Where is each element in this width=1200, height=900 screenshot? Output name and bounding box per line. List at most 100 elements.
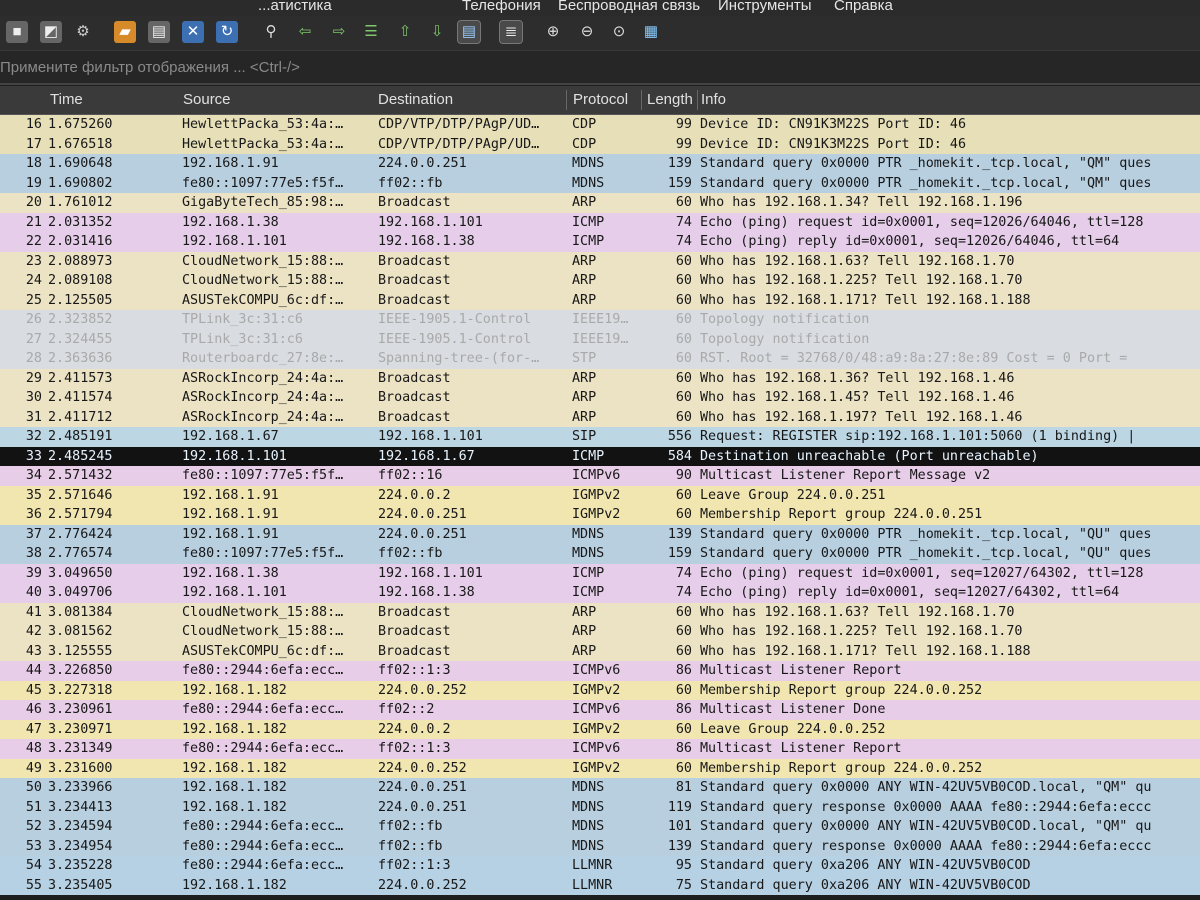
normal-size-icon[interactable]: ⊙ <box>608 21 630 43</box>
table-row[interactable]: 26 2.323852 TPLink_3c:31:c6 IEEE-1905.1-Con… <box>0 310 1200 330</box>
table-row[interactable]: 54 3.235228 fe80::2944:6efa:ecc… ff02::1:3 L… <box>0 856 1200 876</box>
column-header-protocol[interactable]: Protocol <box>573 91 628 108</box>
column-separator[interactable] <box>697 90 698 110</box>
column-header-length[interactable]: Length <box>647 91 693 108</box>
table-row[interactable]: 23 2.088973 CloudNetwork_15:88:… Broadcast A… <box>0 251 1200 271</box>
packet-info: Multicast Listener Report <box>700 663 902 678</box>
packet-destination: ff02::fb <box>378 175 443 191</box>
packet-info: Who has 192.168.1.45? Tell 192.168.1.46 <box>700 390 1015 405</box>
menu-statistics[interactable]: ...атистика <box>258 0 332 14</box>
display-filter-input[interactable] <box>0 55 1190 79</box>
reload-file-icon[interactable]: ↻ <box>216 21 238 43</box>
packet-source: 192.168.1.101 <box>182 448 287 464</box>
packet-number: 54 <box>25 858 42 873</box>
table-row[interactable]: 49 3.231600 192.168.1.182 224.0.0.252 IGMPv2… <box>0 758 1200 778</box>
column-header-destination[interactable]: Destination <box>378 91 453 108</box>
autoscroll-icon[interactable]: ▤ <box>457 20 481 44</box>
column-header-info[interactable]: Info <box>701 91 726 108</box>
packet-length: 99 <box>675 136 692 152</box>
table-row[interactable]: 52 3.234594 fe80::2944:6efa:ecc… ff02::fb MD… <box>0 817 1200 837</box>
table-row[interactable]: 41 3.081384 CloudNetwork_15:88:… Broadcast A… <box>0 602 1200 622</box>
table-row[interactable]: 40 3.049706 192.168.1.101 192.168.1.38 ICMP 7… <box>0 583 1200 603</box>
packet-number: 51 <box>25 799 42 815</box>
column-header-source[interactable]: Source <box>183 91 231 108</box>
table-row[interactable]: 21 2.031352 192.168.1.38 192.168.1.101 ICMP 7… <box>0 212 1200 232</box>
packet-protocol: LLMNR <box>572 877 613 893</box>
table-row[interactable]: 46 3.230961 fe80::2944:6efa:ecc… ff02::2 ICM… <box>0 700 1200 720</box>
table-row[interactable]: 55 3.235405 192.168.1.182 224.0.0.252 LLMNR 7… <box>0 875 1200 895</box>
table-row[interactable]: 47 3.230971 192.168.1.182 224.0.0.2 IGMPv2 60… <box>0 719 1200 739</box>
go-forward-icon[interactable]: ⇨ <box>328 21 350 43</box>
table-row[interactable]: 53 3.234954 fe80::2944:6efa:ecc… ff02::fb MD… <box>0 836 1200 856</box>
resize-columns-icon[interactable]: ▦ <box>640 21 662 43</box>
first-packet-icon[interactable]: ⇧ <box>394 21 416 43</box>
packet-number: 39 <box>25 565 42 581</box>
open-file-icon[interactable]: ▰ <box>114 21 136 43</box>
find-packet-icon[interactable]: ⚲ <box>260 21 282 43</box>
table-row[interactable]: 45 3.227318 192.168.1.182 224.0.0.252 IGMPv2… <box>0 680 1200 700</box>
zoom-in-icon[interactable]: ⊕ <box>542 21 564 43</box>
table-row[interactable]: 50 3.233966 192.168.1.182 224.0.0.251 MDNS 81… <box>0 778 1200 798</box>
table-row[interactable]: 43 3.125555 ASUSTekCOMPU_6c:df:… Broadcast A… <box>0 641 1200 661</box>
packet-destination: 224.0.0.2 <box>378 721 451 737</box>
stop-capture-icon[interactable]: ■ <box>6 21 28 43</box>
table-row[interactable]: 34 2.571432 fe80::1097:77e5:f5f… ff02::16 IC… <box>0 466 1200 486</box>
table-row[interactable]: 25 2.125505 ASUSTekCOMPU_6c:df:… Broadcast A… <box>0 290 1200 310</box>
go-back-icon[interactable]: ⇦ <box>294 21 316 43</box>
packet-time: 1.690648 <box>48 156 113 171</box>
packet-number: 49 <box>25 760 42 776</box>
save-file-icon[interactable]: ▤ <box>148 21 170 43</box>
table-row-selected[interactable]: 33 2.485245 192.168.1.101 192.168.1.67 ICMP 5… <box>0 446 1200 466</box>
zoom-out-icon[interactable]: ⊖ <box>576 21 598 43</box>
table-row[interactable]: 38 2.776574 fe80::1097:77e5:f5f… ff02::fb MD… <box>0 544 1200 564</box>
colorize-icon[interactable]: ≣ <box>499 20 523 44</box>
packet-time: 2.324455 <box>48 331 113 347</box>
table-row[interactable]: 30 2.411574 ASRockIncorp_24:4a:… Broadcast A… <box>0 388 1200 408</box>
packet-list-header: Time Source Destination Protocol Length … <box>0 86 1200 115</box>
menu-wireless[interactable]: Беспроводная связь <box>558 0 700 14</box>
packet-length: 60 <box>675 390 692 405</box>
table-row[interactable]: 28 2.363636 Routerboardc_27:8e:… Spanning-t… <box>0 349 1200 369</box>
column-separator[interactable] <box>641 90 642 110</box>
menu-help[interactable]: Справка <box>834 0 893 14</box>
table-row[interactable]: 22 2.031416 192.168.1.101 192.168.1.38 ICMP 7… <box>0 232 1200 252</box>
table-row[interactable]: 24 2.089108 CloudNetwork_15:88:… Broadcast A… <box>0 271 1200 291</box>
table-row[interactable]: 32 2.485191 192.168.1.67 192.168.1.101 SIP 55… <box>0 427 1200 447</box>
column-separator[interactable] <box>566 90 567 110</box>
packet-time: 2.088973 <box>48 253 113 269</box>
table-row[interactable]: 20 1.761012 GigaByteTech_85:98:… Broadcast A… <box>0 193 1200 213</box>
column-header-time[interactable]: Time <box>50 91 83 108</box>
close-file-icon[interactable]: ✕ <box>182 21 204 43</box>
packet-destination: 192.168.1.38 <box>378 234 475 249</box>
restart-capture-icon[interactable]: ⚙ <box>72 21 94 43</box>
packet-info: Echo (ping) reply id=0x0001, seq=12026/6… <box>700 234 1120 249</box>
table-row[interactable]: 18 1.690648 192.168.1.91 224.0.0.251 MDNS 139… <box>0 154 1200 174</box>
menu-telephony[interactable]: Телефония <box>462 0 541 14</box>
table-row[interactable]: 35 2.571646 192.168.1.91 224.0.0.2 IGMPv2 60 L… <box>0 485 1200 505</box>
table-row[interactable]: 51 3.234413 192.168.1.182 224.0.0.251 MDNS 11… <box>0 797 1200 817</box>
packet-length: 60 <box>675 273 692 288</box>
last-packet-icon[interactable]: ⇩ <box>426 21 448 43</box>
menu-bar: ...атистика Телефония Беспроводная связь… <box>0 0 1200 16</box>
table-row[interactable]: 36 2.571794 192.168.1.91 224.0.0.251 IGMPv2 6… <box>0 505 1200 525</box>
table-row[interactable]: 48 3.231349 fe80::2944:6efa:ecc… ff02::1:3 I… <box>0 739 1200 759</box>
table-row[interactable]: 39 3.049650 192.168.1.38 192.168.1.101 ICMP 7… <box>0 563 1200 583</box>
packet-protocol: LLMNR <box>572 858 613 873</box>
packet-protocol: IGMPv2 <box>572 507 621 522</box>
packet-time: 3.235228 <box>48 858 113 873</box>
table-row[interactable]: 27 2.324455 TPLink_3c:31:c6 IEEE-1905.1-Con… <box>0 329 1200 349</box>
capture-options-icon[interactable]: ◩ <box>40 21 62 43</box>
table-row[interactable]: 42 3.081562 CloudNetwork_15:88:… Broadcast A… <box>0 622 1200 642</box>
table-row[interactable]: 31 2.411712 ASRockIncorp_24:4a:… Broadcast A… <box>0 407 1200 427</box>
packet-number: 33 <box>25 448 42 464</box>
table-row[interactable]: 44 3.226850 fe80::2944:6efa:ecc… ff02::1:3 I… <box>0 661 1200 681</box>
table-row[interactable]: 16 1.675260 HewlettPacka_53:4a:… CDP/VTP/DT… <box>0 115 1200 135</box>
menu-tools[interactable]: Инструменты <box>718 0 812 14</box>
table-row[interactable]: 29 2.411573 ASRockIncorp_24:4a:… Broadcast A… <box>0 368 1200 388</box>
packet-list[interactable]: 16 1.675260 HewlettPacka_53:4a:… CDP/VTP/DT… <box>0 115 1200 900</box>
go-to-packet-icon[interactable]: ☰ <box>360 21 382 43</box>
table-row[interactable]: 37 2.776424 192.168.1.91 224.0.0.251 MDNS 139… <box>0 524 1200 544</box>
table-row[interactable]: 19 1.690802 fe80::1097:77e5:f5f… ff02::fb MD… <box>0 173 1200 193</box>
packet-number: 37 <box>25 526 42 542</box>
table-row[interactable]: 17 1.676518 HewlettPacka_53:4a:… CDP/VTP/DT… <box>0 134 1200 154</box>
